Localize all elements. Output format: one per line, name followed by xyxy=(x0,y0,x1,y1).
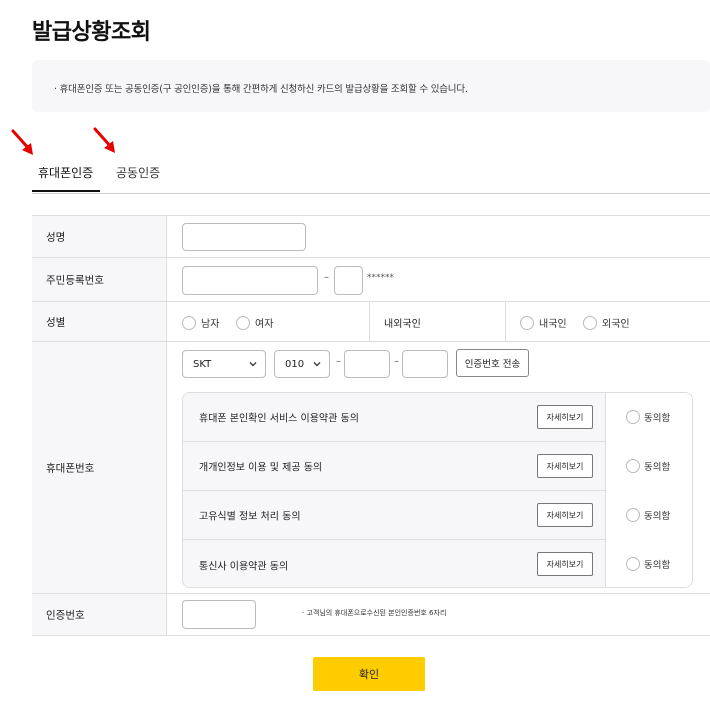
label-cell: 성별 xyxy=(32,302,167,341)
radio-male-label: 남자 xyxy=(201,319,220,330)
agree-radio[interactable]: 동의함 xyxy=(626,410,670,424)
agree-label: 동의함 xyxy=(644,560,671,571)
agree-label: 동의함 xyxy=(644,413,671,424)
phone-dash: – xyxy=(336,356,341,367)
rrn-dash: – xyxy=(324,272,329,283)
nationality-label: 내외국인 xyxy=(384,319,421,330)
notice-box: · 휴대폰인증 또는 공동인증(구 공인인증)을 통해 간편하게 신청하신 카드… xyxy=(32,60,710,112)
rrn-masked: ****** xyxy=(367,273,394,283)
label-cell: 인증번호 xyxy=(32,594,167,635)
phone-dash: – xyxy=(394,356,399,367)
auth-tabs: 휴대폰인증 공동인증 xyxy=(32,150,710,194)
consent-row: 휴대폰 본인확인 서비스 이용약관 동의 자세히보기 동의함 xyxy=(183,393,692,442)
label-cell: 성명 xyxy=(32,216,167,257)
cell-divider xyxy=(369,302,370,341)
phone-label: 휴대폰번호 xyxy=(46,462,95,474)
prefix-value: 010 xyxy=(285,358,305,370)
consent-row: 고유식별 정보 처리 동의 자세히보기 동의함 xyxy=(183,491,692,540)
view-detail-button[interactable]: 자세히보기 xyxy=(537,405,593,429)
rrn-front-input[interactable] xyxy=(182,266,318,295)
page-title: 발급상황조회 xyxy=(32,20,151,45)
agree-radio[interactable]: 동의함 xyxy=(626,508,670,522)
label-cell: 주민등록번호 xyxy=(32,258,167,301)
auth-label: 인증번호 xyxy=(46,609,85,621)
agree-cell: 동의함 xyxy=(605,491,692,540)
radio-circle-icon xyxy=(626,557,640,571)
radio-circle-icon xyxy=(583,315,597,330)
radio-circle-icon xyxy=(182,315,196,330)
row-gender: 성별 남자 여자 내외국인 내국인 외국인 xyxy=(32,302,710,342)
rrn-label: 주민등록번호 xyxy=(46,274,104,286)
radio-korean-label: 내국인 xyxy=(539,319,567,330)
consent-list: 휴대폰 본인확인 서비스 이용약관 동의 자세히보기 동의함 개개인정보 이용 … xyxy=(182,392,693,588)
phone-last-input[interactable] xyxy=(402,350,448,378)
agree-radio[interactable]: 동의함 xyxy=(626,459,670,473)
radio-circle-icon xyxy=(626,508,640,522)
label-cell: 휴대폰번호 xyxy=(32,342,167,593)
agree-cell: 동의함 xyxy=(605,540,692,587)
row-auth-code: 인증번호 · 고객님의 휴대폰으로수신된 본인인증번호 6자리 xyxy=(32,594,710,636)
gender-label: 성별 xyxy=(46,316,66,328)
view-detail-button[interactable]: 자세히보기 xyxy=(537,454,593,478)
radio-circle-icon xyxy=(626,410,640,424)
carrier-select[interactable]: SKT xyxy=(182,350,266,378)
chevron-down-icon xyxy=(313,362,321,367)
chevron-down-icon xyxy=(249,362,257,367)
radio-korean[interactable]: 내국인 xyxy=(520,315,567,330)
name-input[interactable] xyxy=(182,223,306,251)
radio-female[interactable]: 여자 xyxy=(236,315,273,330)
consent-text: 고유식별 정보 처리 동의 xyxy=(199,511,301,523)
agree-cell: 동의함 xyxy=(605,393,692,442)
issuance-status-page: 발급상황조회 · 휴대폰인증 또는 공동인증(구 공인인증)을 통해 간편하게 … xyxy=(0,0,710,702)
carrier-value: SKT xyxy=(193,358,212,370)
consent-row: 통신사 이용약관 동의 자세히보기 동의함 xyxy=(183,540,692,587)
agree-cell: 동의함 xyxy=(605,442,692,491)
agree-label: 동의함 xyxy=(644,511,671,522)
row-name: 성명 xyxy=(32,216,710,258)
radio-male[interactable]: 남자 xyxy=(182,315,219,330)
row-phone: 휴대폰번호 SKT 010 – – 인증번호 전송 휴대폰 본인확인 서비스 이… xyxy=(32,342,710,594)
phone-middle-input[interactable] xyxy=(344,350,390,378)
consent-text: 통신사 이용약관 동의 xyxy=(199,561,289,572)
tab-joint-cert[interactable]: 공동인증 xyxy=(116,164,160,181)
radio-female-label: 여자 xyxy=(255,319,274,330)
consent-text: 휴대폰 본인확인 서비스 이용약관 동의 xyxy=(199,413,359,425)
name-label: 성명 xyxy=(46,231,66,243)
notice-text: · 휴대폰인증 또는 공동인증(구 공인인증)을 통해 간편하게 신청하신 카드… xyxy=(54,84,468,95)
radio-circle-icon xyxy=(626,459,640,473)
agree-label: 동의함 xyxy=(644,462,671,473)
confirm-button[interactable]: 확인 xyxy=(313,657,425,691)
consent-text: 개개인정보 이용 및 제공 동의 xyxy=(199,462,323,474)
auth-code-input[interactable] xyxy=(182,600,256,629)
agree-radio[interactable]: 동의함 xyxy=(626,557,670,571)
rrn-back-digit-input[interactable] xyxy=(334,266,363,295)
row-rrn: 주민등록번호 – ****** xyxy=(32,258,710,302)
active-tab-underline xyxy=(32,190,100,192)
tab-phone-auth[interactable]: 휴대폰인증 xyxy=(38,164,93,181)
send-code-button[interactable]: 인증번호 전송 xyxy=(456,349,529,377)
radio-circle-icon xyxy=(520,315,534,330)
prefix-select[interactable]: 010 xyxy=(274,350,330,378)
radio-circle-icon xyxy=(236,315,250,330)
radio-foreigner-label: 외국인 xyxy=(602,319,630,330)
view-detail-button[interactable]: 자세히보기 xyxy=(537,552,593,576)
consent-row: 개개인정보 이용 및 제공 동의 자세히보기 동의함 xyxy=(183,442,692,491)
lookup-form: 성명 주민등록번호 – ****** 성별 남자 여자 내외국인 내국인 외국인… xyxy=(32,215,710,636)
auth-hint: · 고객님의 휴대폰으로수신된 본인인증번호 6자리 xyxy=(302,609,447,617)
view-detail-button[interactable]: 자세히보기 xyxy=(537,503,593,527)
radio-foreigner[interactable]: 외국인 xyxy=(583,315,630,330)
cell-divider xyxy=(505,302,506,341)
